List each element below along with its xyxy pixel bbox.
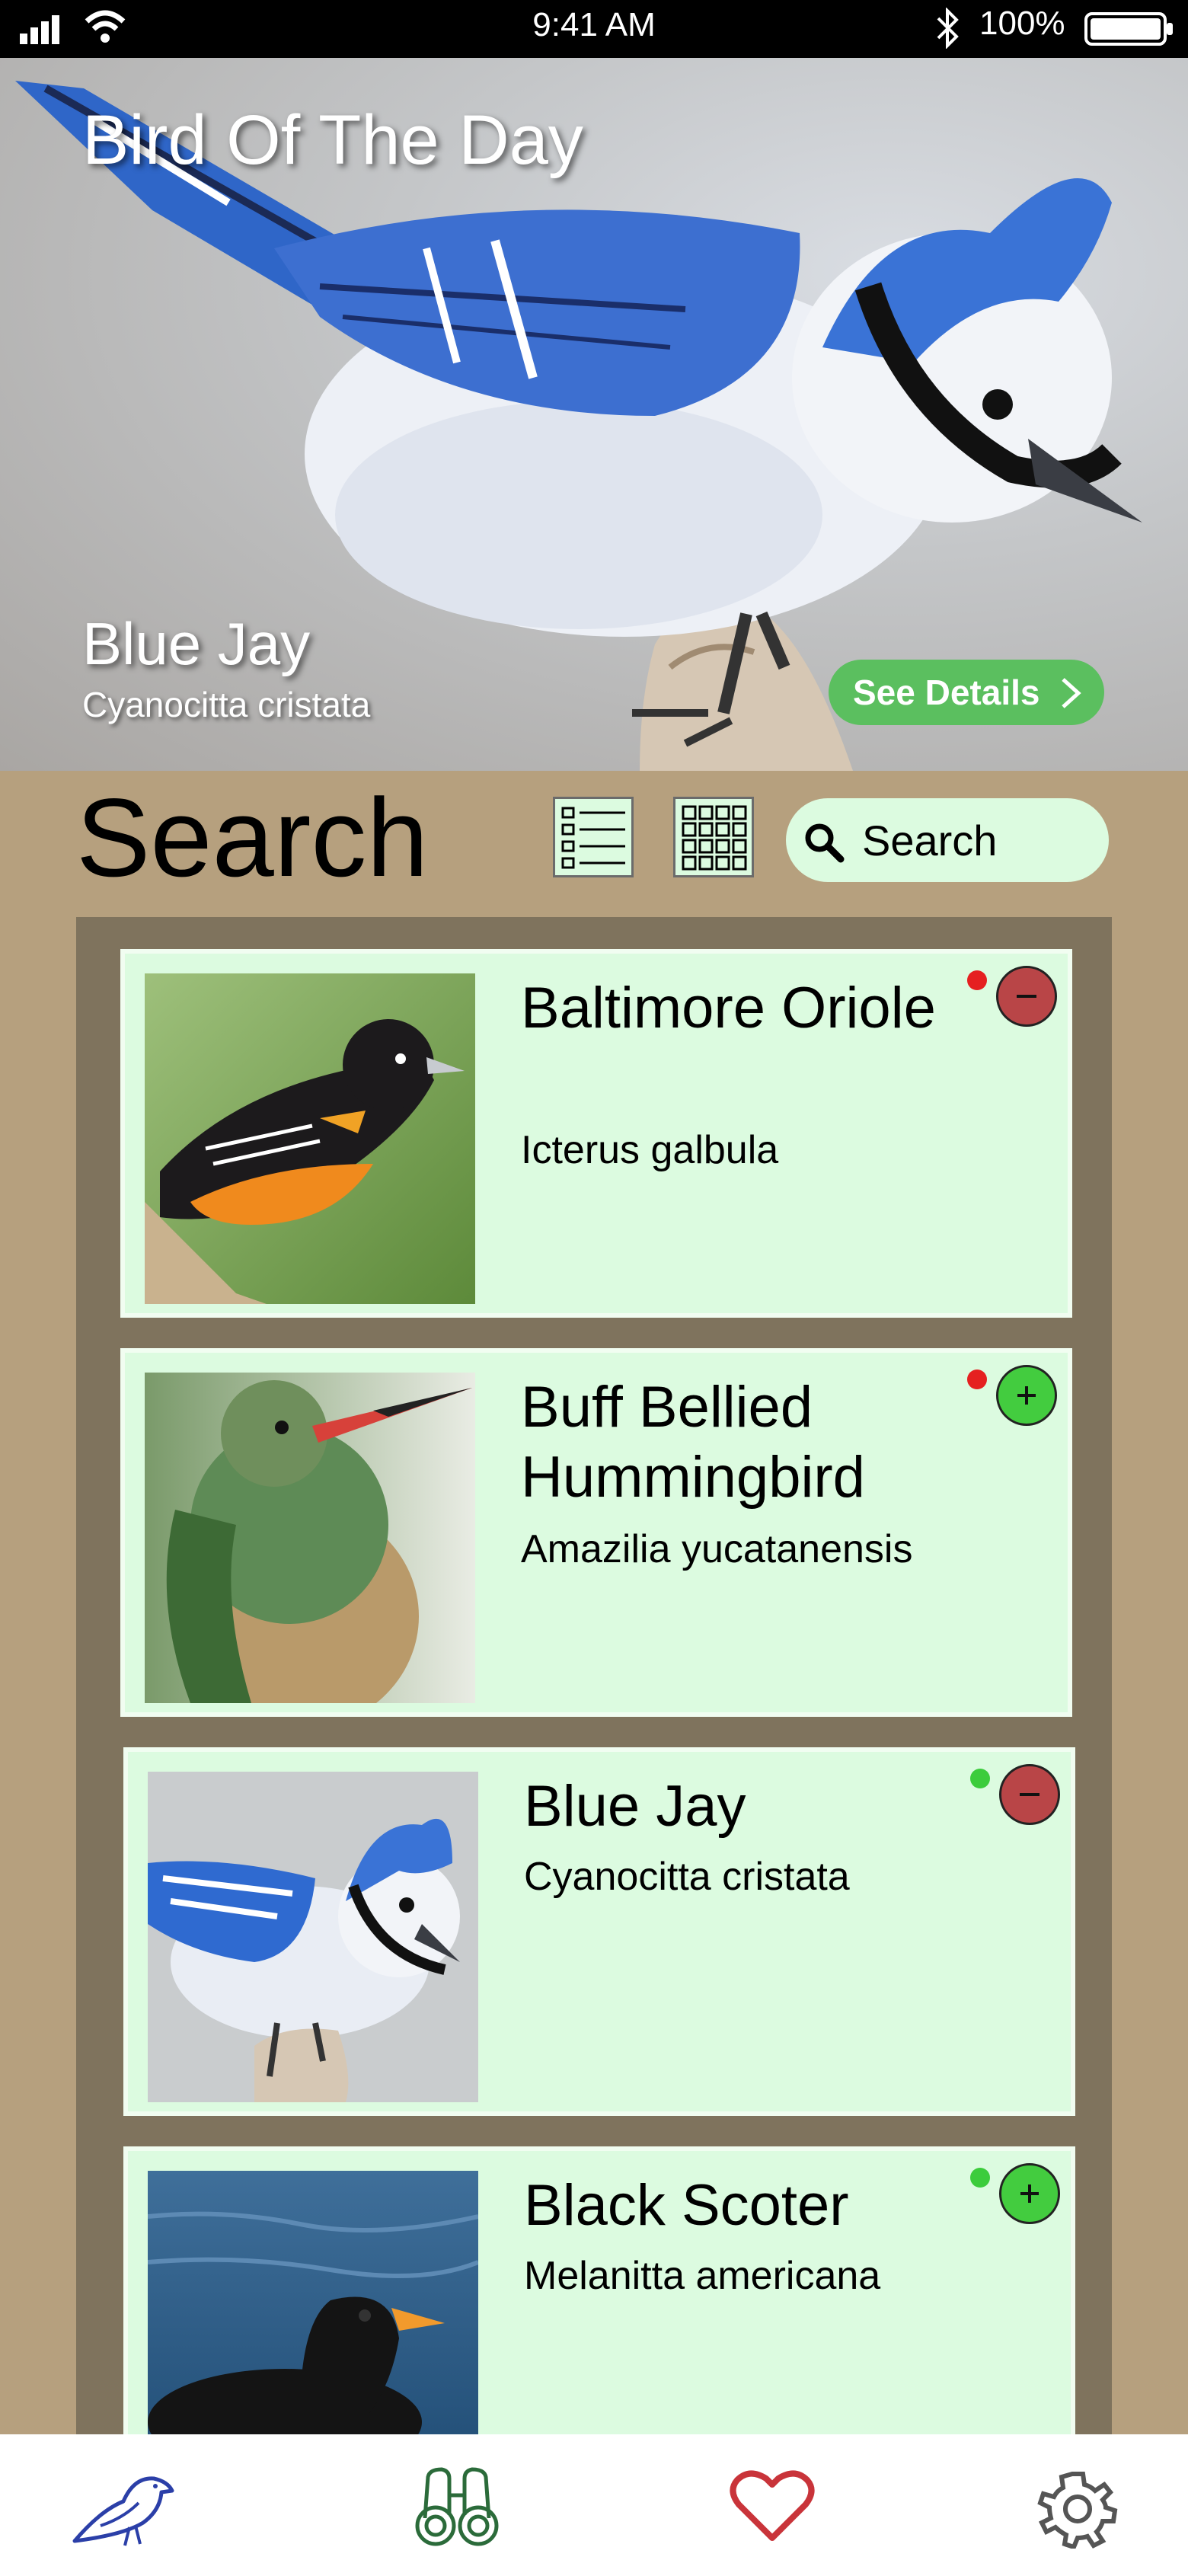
plus-icon — [1017, 1386, 1036, 1405]
nav-birds[interactable] — [70, 2465, 177, 2549]
bird-icon — [72, 2476, 174, 2546]
nav-settings[interactable] — [1036, 2465, 1142, 2550]
bird-photo — [148, 1772, 478, 2102]
bird-of-the-day-banner[interactable]: Bird Of The Day Blue Jay Cyanocitta cris… — [0, 58, 1188, 771]
bird-photo — [145, 1373, 475, 1703]
heart-icon — [730, 2470, 815, 2541]
nav-sightings[interactable] — [411, 2465, 518, 2549]
plus-icon — [1020, 2184, 1039, 2203]
status-bar: 9:41 AM 100% — [0, 0, 1188, 58]
bird-name: Black Scoter — [524, 2173, 849, 2238]
remove-bird-button[interactable] — [996, 966, 1057, 1027]
add-bird-button[interactable] — [999, 2163, 1060, 2224]
minus-icon — [1020, 1793, 1040, 1796]
bird-photo — [145, 973, 475, 1304]
hero-bird-name: Blue Jay — [82, 610, 311, 677]
hero-scientific-name: Cyanocitta cristata — [82, 685, 371, 724]
bluetooth-icon — [937, 8, 959, 49]
status-dot-red — [967, 1369, 987, 1389]
bottom-navigation — [0, 2434, 1188, 2576]
hummingbird-image — [145, 1373, 475, 1703]
baltimore-oriole-image — [145, 973, 475, 1304]
bird-name: Baltimore Oriole — [521, 976, 936, 1040]
bird-card[interactable]: Baltimore Oriole Icterus galbula — [120, 949, 1072, 1318]
binoculars-icon — [415, 2467, 499, 2546]
status-dot-red — [967, 970, 987, 990]
bird-scientific-name: Icterus galbula — [521, 1128, 779, 1172]
nav-favorites[interactable] — [727, 2465, 833, 2549]
bird-scientific-name: Amazilia yucatanensis — [521, 1527, 913, 1571]
list-view-button[interactable] — [553, 797, 634, 877]
hero-title: Bird Of The Day — [82, 101, 583, 179]
search-input[interactable] — [862, 813, 1091, 867]
bird-photo — [148, 2171, 478, 2440]
add-bird-button[interactable] — [996, 1365, 1057, 1426]
bird-scientific-name: Cyanocitta cristata — [524, 1855, 850, 1899]
status-dot-green — [970, 2168, 990, 2188]
bird-card[interactable]: Black Scoter Melanitta americana — [123, 2146, 1075, 2440]
chevron-right-icon — [1062, 678, 1081, 708]
grid-view-icon — [682, 805, 747, 871]
bird-name: Blue Jay — [524, 1774, 746, 1839]
see-details-label: See Details — [853, 673, 1040, 712]
battery-icon — [1084, 12, 1173, 46]
black-scoter-image — [148, 2171, 478, 2440]
gear-icon — [1037, 2472, 1118, 2550]
search-heading: Search — [76, 775, 429, 900]
bird-name: Buff Bellied Hummingbird — [521, 1375, 865, 1510]
see-details-button[interactable]: See Details — [829, 660, 1104, 725]
search-bar[interactable] — [786, 798, 1109, 882]
bird-list[interactable]: Baltimore Oriole Icterus galbula Buff Be… — [76, 917, 1112, 2440]
status-dot-green — [970, 1769, 990, 1788]
remove-bird-button[interactable] — [999, 1764, 1060, 1825]
minus-icon — [1017, 995, 1036, 998]
bird-scientific-name: Melanitta americana — [524, 2254, 881, 2298]
blue-jay-image — [148, 1772, 478, 2102]
bird-card[interactable]: Blue Jay Cyanocitta cristata — [123, 1747, 1075, 2116]
battery-percent: 100% — [979, 5, 1065, 42]
list-view-icon — [561, 807, 625, 869]
bird-card[interactable]: Buff Bellied Hummingbird Amazilia yucata… — [120, 1348, 1072, 1717]
search-icon — [805, 823, 845, 863]
grid-view-button[interactable] — [673, 797, 754, 877]
